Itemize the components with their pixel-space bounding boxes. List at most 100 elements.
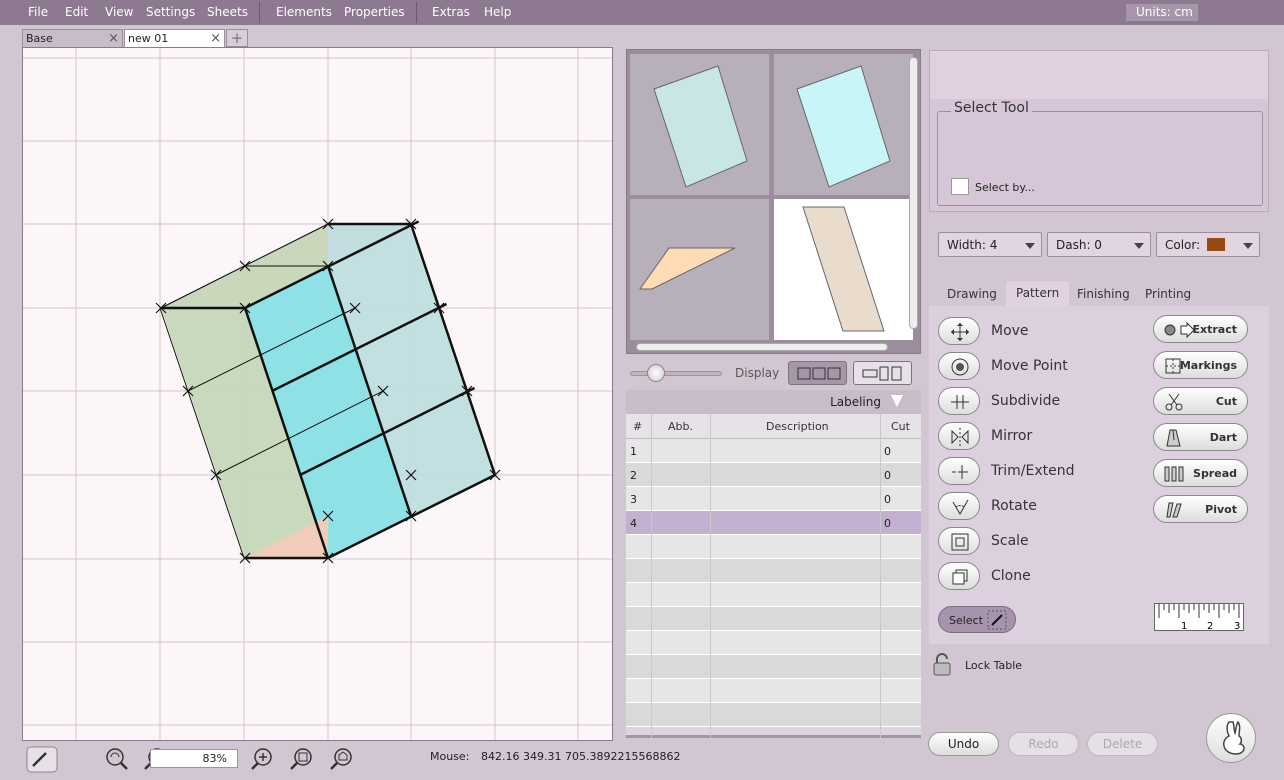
width-value: Width: 4: [947, 238, 998, 252]
clone-button[interactable]: [938, 562, 980, 590]
display-list-button[interactable]: [853, 361, 912, 385]
table-row[interactable]: 3 0: [626, 487, 921, 511]
redo-button[interactable]: Redo: [1008, 732, 1079, 756]
table-row-empty: [626, 655, 921, 679]
subdivide-button[interactable]: [938, 387, 980, 415]
table-row[interactable]: 1 0: [626, 439, 921, 463]
dart-button[interactable]: Dart: [1153, 423, 1248, 451]
zoom-in-icon[interactable]: [250, 746, 276, 772]
table-row-empty: [626, 703, 921, 727]
select-by-checkbox[interactable]: [951, 178, 969, 195]
slider-handle[interactable]: [647, 364, 665, 382]
move-button[interactable]: [938, 317, 980, 345]
piece-thumbnail[interactable]: [630, 54, 769, 195]
col-number[interactable]: #: [633, 420, 642, 433]
piece-shape: [653, 65, 748, 188]
menu-edit[interactable]: Edit: [65, 5, 88, 19]
col-description[interactable]: Description: [766, 420, 829, 433]
units-indicator[interactable]: Units: cm: [1126, 4, 1198, 21]
trim-extend-button[interactable]: [938, 457, 980, 485]
col-abbreviation[interactable]: Abb.: [668, 420, 693, 433]
spread-button[interactable]: Spread: [1153, 459, 1248, 487]
magnet-snap-icon[interactable]: [26, 746, 58, 773]
row-cut: 0: [884, 469, 891, 482]
zoom-level-input[interactable]: 83%: [150, 749, 238, 768]
table-row-selected[interactable]: 4 0: [626, 511, 921, 535]
pieces-vertical-scrollbar[interactable]: [909, 57, 918, 329]
table-row-empty: [626, 583, 921, 607]
display-grid-button[interactable]: [788, 361, 847, 385]
tab-label: Base: [26, 32, 53, 45]
labeling-bar[interactable]: Labeling: [626, 390, 921, 414]
select-line-icon: [987, 610, 1007, 630]
menu-extras[interactable]: Extras: [432, 5, 470, 19]
rotate-button[interactable]: [938, 492, 980, 520]
piece-thumbnail[interactable]: [774, 54, 913, 195]
select-mode-button[interactable]: Select: [938, 606, 1016, 633]
rotate-label: Rotate: [991, 498, 1037, 514]
close-icon[interactable]: ×: [108, 30, 119, 47]
zoom-refresh-icon[interactable]: [103, 746, 129, 772]
ruler-icon[interactable]: 1 2 3: [1154, 603, 1244, 632]
menu-elements[interactable]: Elements: [276, 5, 332, 19]
tab-pattern[interactable]: Pattern: [1006, 281, 1070, 306]
menu-view[interactable]: View: [105, 5, 133, 19]
bunny-logo-button[interactable]: [1206, 713, 1256, 763]
row-number: 1: [630, 445, 637, 458]
mirror-button[interactable]: [938, 422, 980, 450]
tab-finishing[interactable]: Finishing: [1077, 287, 1130, 301]
piece-thumbnail-selected[interactable]: [774, 199, 913, 340]
subdivide-label: Subdivide: [991, 393, 1061, 409]
width-dropdown[interactable]: Width: 4: [938, 232, 1042, 257]
scale-button[interactable]: [938, 527, 980, 555]
piece-thumbnail[interactable]: [630, 199, 769, 340]
menu-bar: File Edit View Settings Sheets Elements …: [0, 0, 1284, 25]
menu-settings[interactable]: Settings: [146, 5, 195, 19]
thumbnail-size-slider[interactable]: [630, 371, 722, 376]
tab-new-01[interactable]: new 01 ×: [124, 29, 225, 47]
drawing-canvas[interactable]: [22, 47, 613, 741]
lock-table-label[interactable]: Lock Table: [965, 659, 1022, 672]
dash-dropdown[interactable]: Dash: 0: [1047, 232, 1151, 257]
ruler-label: 1: [1181, 621, 1187, 632]
row-cut: 0: [884, 517, 891, 530]
trim-extend-label: Trim/Extend: [991, 463, 1075, 479]
column-divider: [880, 414, 881, 738]
undo-button[interactable]: Undo: [928, 732, 999, 756]
menu-sheets[interactable]: Sheets: [207, 5, 248, 19]
pivot-label: Pivot: [1205, 503, 1237, 516]
ruler-label: 3: [1234, 621, 1240, 632]
menu-file[interactable]: File: [28, 5, 48, 19]
move-point-button[interactable]: [938, 352, 980, 380]
pieces-horizontal-scrollbar[interactable]: [636, 343, 888, 351]
add-tab-button[interactable]: +: [226, 29, 248, 47]
table-row-empty: [626, 607, 921, 631]
menu-properties[interactable]: Properties: [344, 5, 405, 19]
delete-button[interactable]: Delete: [1087, 732, 1158, 756]
menu-help[interactable]: Help: [484, 5, 511, 19]
dash-value: Dash: 0: [1056, 238, 1102, 252]
pattern-drawing: [23, 48, 612, 740]
triangle-down-icon[interactable]: [891, 395, 903, 407]
color-dropdown[interactable]: Color:: [1156, 232, 1260, 257]
col-cut[interactable]: Cut: [891, 420, 910, 433]
spread-label: Spread: [1193, 467, 1237, 480]
table-row-empty: [626, 535, 921, 559]
cut-button[interactable]: Cut: [1153, 387, 1248, 415]
dart-label: Dart: [1209, 431, 1237, 444]
tab-printing[interactable]: Printing: [1145, 287, 1191, 301]
tab-base[interactable]: Base ×: [22, 29, 123, 47]
pivot-button[interactable]: Pivot: [1153, 495, 1248, 523]
zoom-page-icon[interactable]: [329, 746, 355, 772]
move-point-icon: [951, 358, 969, 376]
extract-button[interactable]: Extract: [1153, 315, 1248, 343]
table-row[interactable]: 2 0: [626, 463, 921, 487]
tab-drawing[interactable]: Drawing: [947, 287, 997, 301]
zoom-fit-icon[interactable]: [289, 746, 315, 772]
table-header: # Abb. Description Cut: [626, 414, 921, 439]
close-icon[interactable]: ×: [210, 30, 221, 47]
rabbit-icon: [1223, 720, 1245, 755]
markings-button[interactable]: Markings: [1153, 351, 1248, 379]
unlock-icon[interactable]: [932, 653, 952, 677]
row-cut: 0: [884, 493, 891, 506]
